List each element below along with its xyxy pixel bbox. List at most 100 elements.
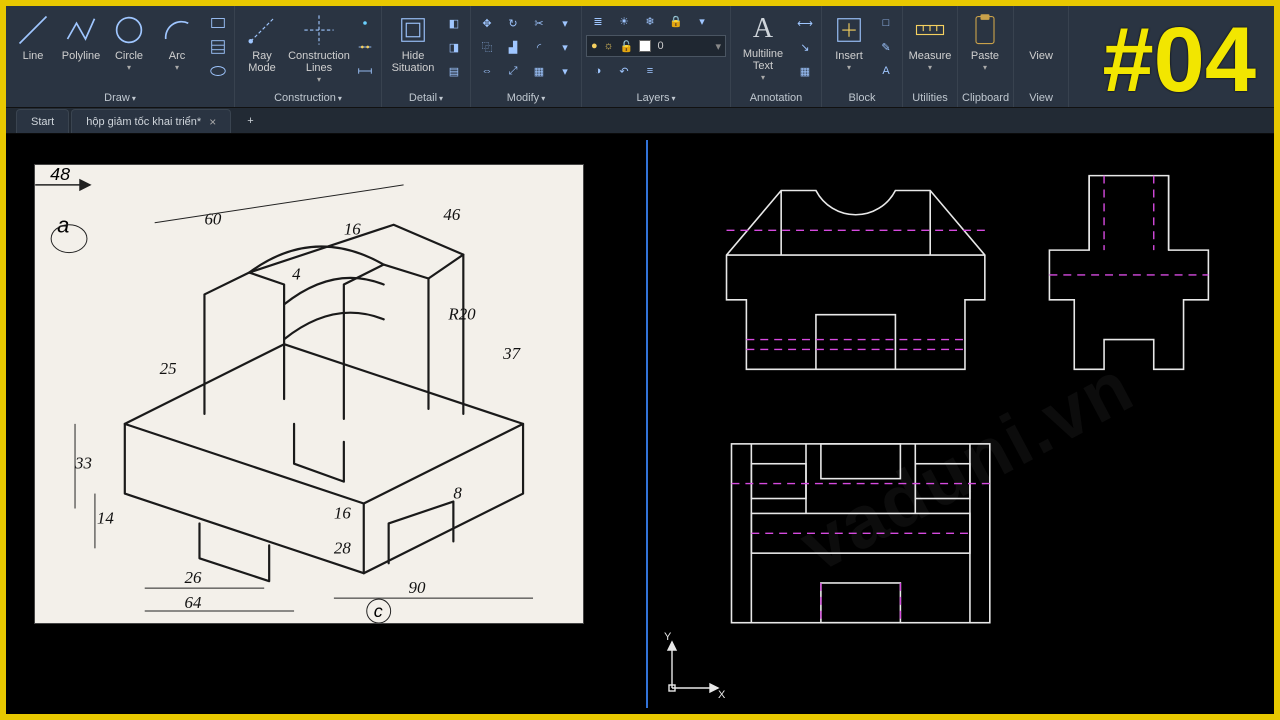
dimension-icon[interactable]: ⟷ xyxy=(793,12,817,34)
multiline-text-button[interactable]: A Multiline Text▾ xyxy=(735,10,791,82)
bulb-icon: ● xyxy=(591,40,598,52)
dim-64: 64 xyxy=(185,593,202,612)
dim-90: 90 xyxy=(409,578,426,597)
dim-46: 46 xyxy=(443,205,460,224)
layer-prev-icon[interactable]: ↶ xyxy=(612,60,636,82)
dim-16b: 16 xyxy=(334,503,351,522)
panel-construction: Ray Mode Construction Lines▾ Constructio… xyxy=(235,6,382,107)
polyline-button[interactable]: Polyline xyxy=(58,10,104,82)
hide-situation-icon xyxy=(395,12,431,48)
table-icon[interactable]: ▦ xyxy=(793,60,817,82)
panel-title-detail: Detail▾ xyxy=(386,90,466,107)
copy-icon[interactable]: ⿻ xyxy=(475,36,499,58)
panel-title-draw: Draw▾ xyxy=(10,90,230,107)
detail-misc1-icon[interactable]: ◧ xyxy=(442,12,466,34)
detail-misc2-icon[interactable]: ◨ xyxy=(442,36,466,58)
tab-add[interactable]: + xyxy=(233,109,267,133)
tab-document[interactable]: hộp giảm tốc khai triển* × xyxy=(71,109,231,133)
circle-button[interactable]: Circle▾ xyxy=(106,10,152,82)
panel-detail: Hide Situation ◧ ◨ ▤ Detail▾ xyxy=(382,6,471,107)
insert-icon xyxy=(831,12,867,48)
trim-icon[interactable]: ✂ xyxy=(527,12,551,34)
scale-icon[interactable]: ⤢ xyxy=(501,60,525,82)
circle-icon xyxy=(111,12,147,48)
line-button[interactable]: Line xyxy=(10,10,56,82)
viewport-divider[interactable] xyxy=(642,140,652,708)
layer-combobox[interactable]: ● ☼ 🔓 0 ▾ xyxy=(586,35,726,57)
tab-start[interactable]: Start xyxy=(16,109,69,133)
left-viewport[interactable]: 48 a xyxy=(12,140,642,708)
close-icon[interactable]: × xyxy=(209,116,216,128)
layer-props-icon[interactable]: ≣ xyxy=(586,10,610,32)
arc-button[interactable]: Arc▾ xyxy=(154,10,200,82)
insert-button[interactable]: Insert▾ xyxy=(826,10,872,82)
front-view xyxy=(727,191,985,370)
reference-image-card: 48 a xyxy=(34,164,584,624)
dim-25: 25 xyxy=(160,359,177,378)
dim-33: 33 xyxy=(74,454,92,473)
divide-icon[interactable] xyxy=(353,36,377,58)
panel-title-layers: Layers▾ xyxy=(586,90,726,107)
panel-title-clipboard: Clipboard xyxy=(962,90,1009,107)
ray-mode-button[interactable]: Ray Mode xyxy=(239,10,285,82)
rotate-icon[interactable]: ↻ xyxy=(501,12,525,34)
ellipse-icon[interactable] xyxy=(206,60,230,82)
line-icon xyxy=(15,12,51,48)
dim-37: 37 xyxy=(502,344,521,363)
layer-on-icon[interactable]: ☀ xyxy=(612,10,636,32)
construction-lines-icon xyxy=(301,12,337,48)
misc-mod-icon[interactable]: ▾ xyxy=(553,12,577,34)
layer-iso-icon[interactable]: ◑ xyxy=(586,60,610,82)
side-view xyxy=(1049,176,1208,370)
panel-modify: ✥ ↻ ✂ ▾ ⿻ ▟ ◜ ▾ ⇔ ⤢ ▦ ▾ Modif xyxy=(471,6,582,107)
dim-4: 4 xyxy=(292,265,301,284)
dim-8: 8 xyxy=(453,484,462,503)
hatch-icon[interactable] xyxy=(206,36,230,58)
workspace-split: 48 a xyxy=(12,140,1268,708)
misc-mod2-icon[interactable]: ▾ xyxy=(553,36,577,58)
arc-icon xyxy=(159,12,195,48)
current-layer-name: 0 xyxy=(657,40,663,52)
construction-lines-button[interactable]: Construction Lines▾ xyxy=(287,10,351,82)
panel-annotation: A Multiline Text▾ ⟷ ↘ ▦ Annotation xyxy=(731,6,822,107)
measure-tool-icon[interactable] xyxy=(353,60,377,82)
panel-utilities: Measure▾ Utilities xyxy=(903,6,958,107)
leader-icon[interactable]: ↘ xyxy=(793,36,817,58)
view-icon xyxy=(1023,12,1059,48)
cad-drawing xyxy=(652,140,1268,708)
layer-match-icon[interactable]: ≡ xyxy=(638,60,662,82)
right-viewport[interactable]: vaduni.vn xyxy=(652,140,1268,708)
layer-misc-icon[interactable]: ▾ xyxy=(690,10,714,32)
rectangle-icon[interactable] xyxy=(206,12,230,34)
misc-mod3-icon[interactable]: ▾ xyxy=(553,60,577,82)
text-icon: A xyxy=(745,12,781,46)
layer-freeze-icon[interactable]: ❄ xyxy=(638,10,662,32)
dim-16: 16 xyxy=(344,220,361,239)
panel-title-view: View xyxy=(1018,90,1064,107)
measure-button[interactable]: Measure▾ xyxy=(907,10,953,82)
layer-color-swatch xyxy=(639,40,651,52)
view-button[interactable]: View xyxy=(1018,10,1064,82)
hide-situation-button[interactable]: Hide Situation xyxy=(386,10,440,82)
panel-title-block: Block xyxy=(826,90,898,107)
fillet-icon[interactable]: ◜ xyxy=(527,36,551,58)
block-edit-icon[interactable]: ✎ xyxy=(874,36,898,58)
ucs-icon: Y X xyxy=(660,630,730,700)
ribbon: Line Polyline Circle▾ Arc▾ xyxy=(6,6,1274,108)
block-create-icon[interactable]: □ xyxy=(874,12,898,34)
ray-icon xyxy=(244,12,280,48)
move-icon[interactable]: ✥ xyxy=(475,12,499,34)
detail-misc3-icon[interactable]: ▤ xyxy=(442,60,466,82)
array-icon[interactable]: ▦ xyxy=(527,60,551,82)
paste-button[interactable]: Paste▾ xyxy=(962,10,1008,82)
svg-text:X: X xyxy=(718,689,726,700)
panel-layers: ≣ ☀ ❄ 🔒 ▾ ● ☼ 🔓 0 ▾ ◑ ↶ ≡ Layers▾ xyxy=(582,6,731,107)
block-attr-icon[interactable]: A xyxy=(874,60,898,82)
lock-open-icon: 🔓 xyxy=(620,40,634,53)
stretch-icon[interactable]: ⇔ xyxy=(475,60,499,82)
layer-lock-icon[interactable]: 🔒 xyxy=(664,10,688,32)
polyline-icon xyxy=(63,12,99,48)
mirror-icon[interactable]: ▟ xyxy=(501,36,525,58)
panel-draw: Line Polyline Circle▾ Arc▾ xyxy=(6,6,235,107)
point-icon[interactable] xyxy=(353,12,377,34)
